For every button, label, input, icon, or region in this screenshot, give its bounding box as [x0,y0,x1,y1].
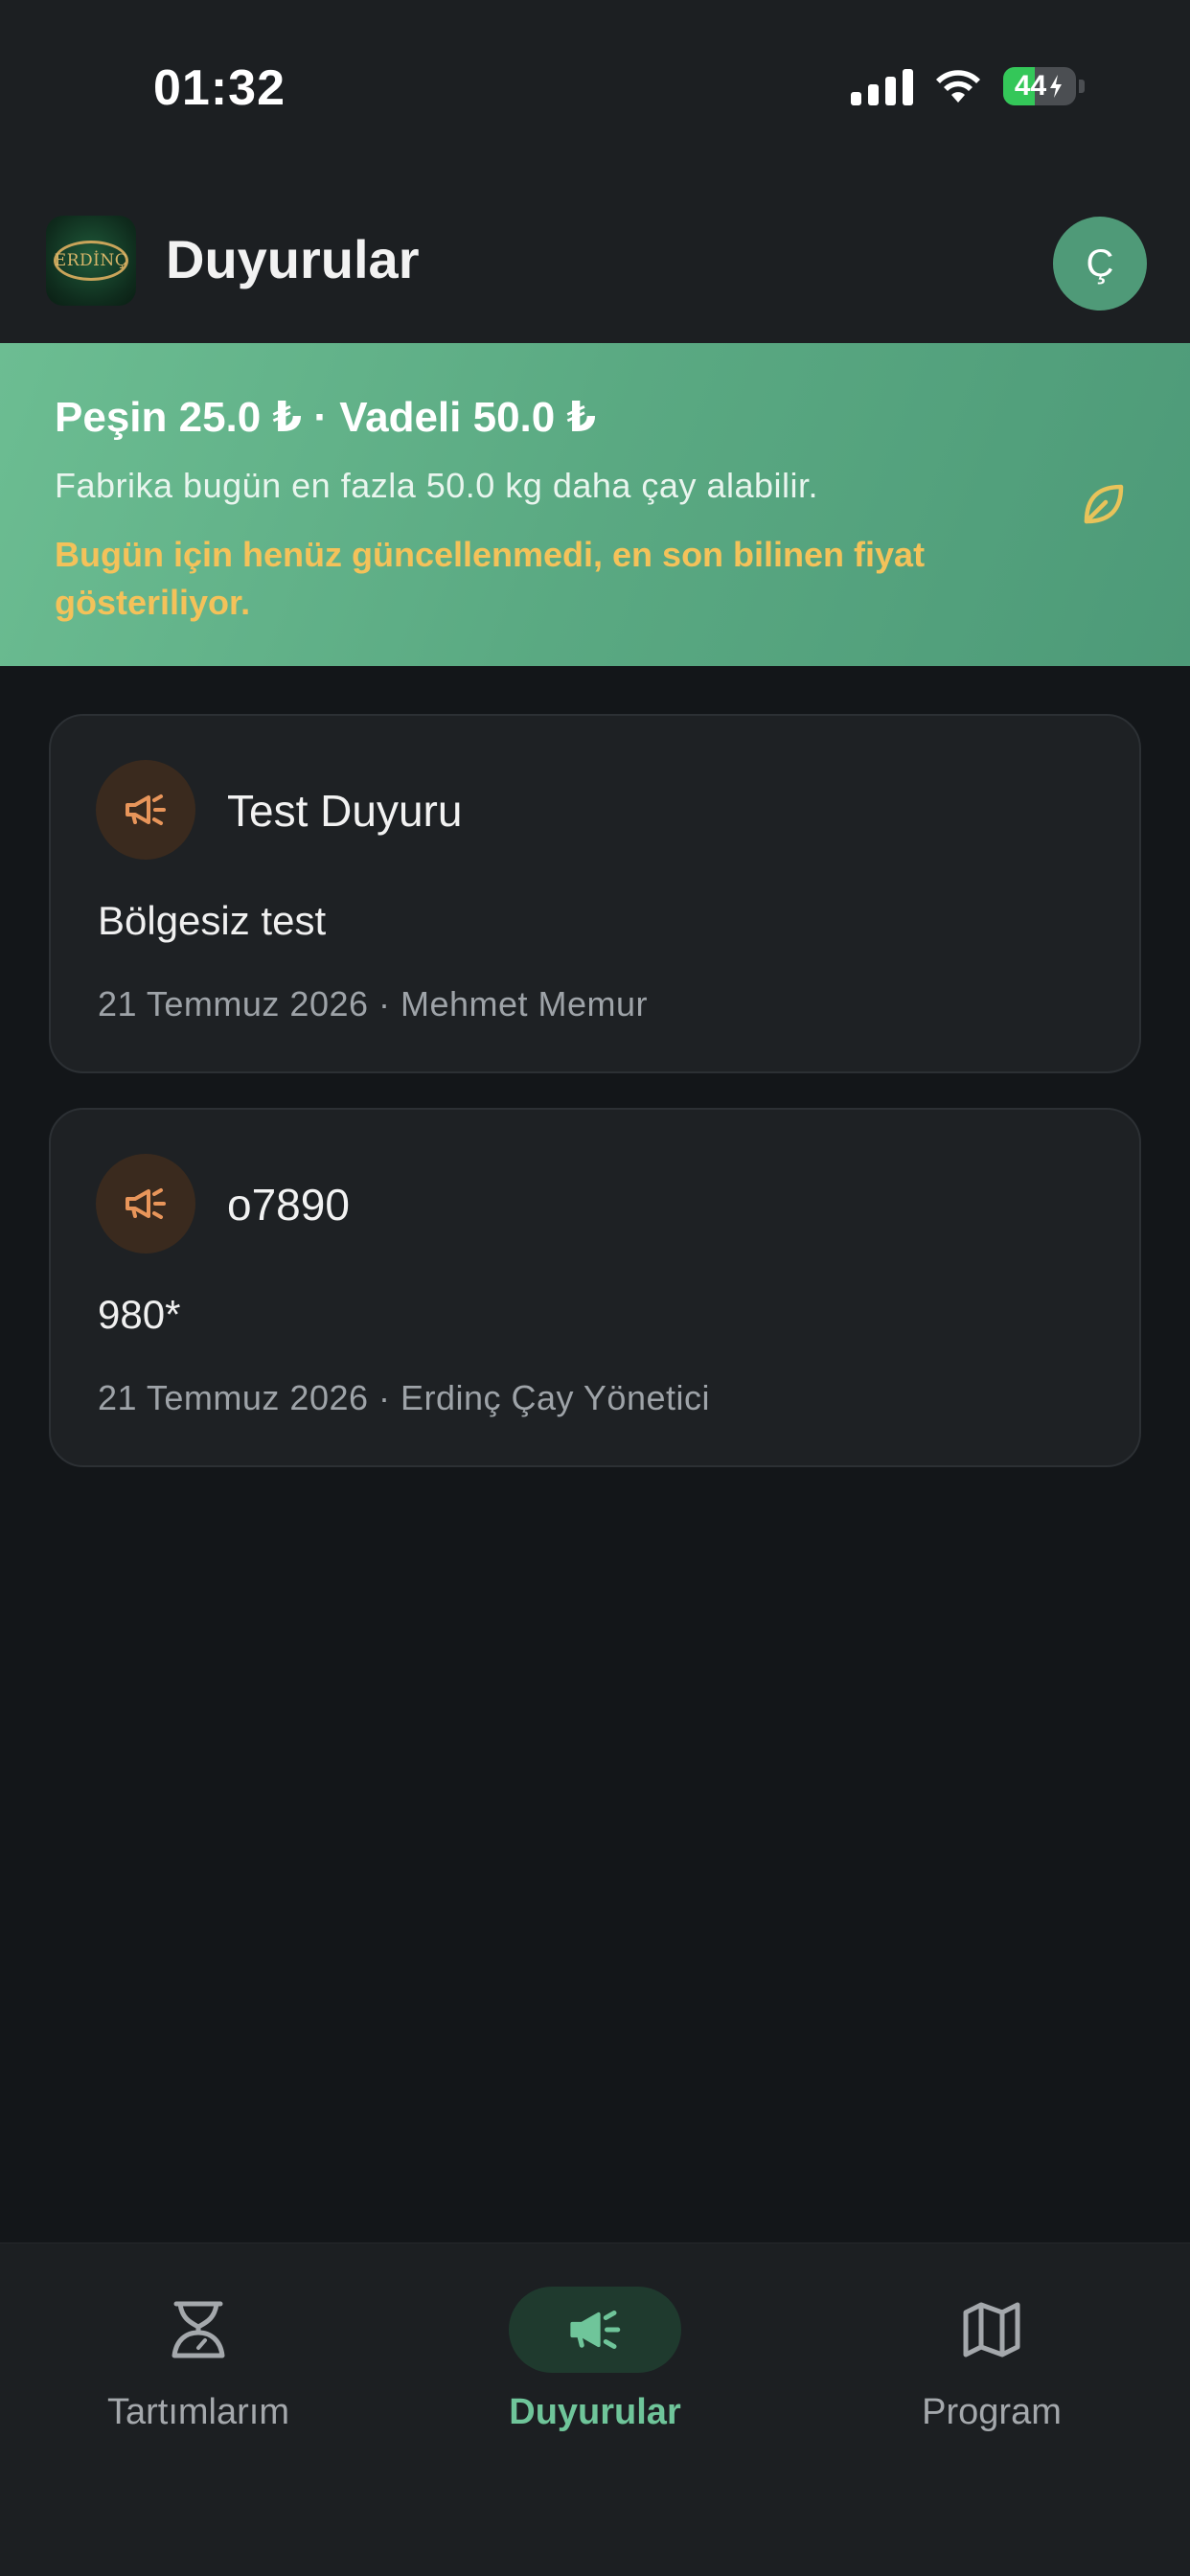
announcement-body: Bölgesiz test [98,898,327,943]
price-title: Peşin 25.0 ₺ · Vadeli 50.0 ₺ [55,394,597,441]
nav-item-duyurular[interactable]: Duyurular [451,2287,739,2450]
logo-badge: ERDİNÇ [54,241,128,281]
megaphone-icon [96,760,195,860]
app-logo: ERDİNÇ [46,216,136,306]
price-warning: Bugün için henüz güncellenmedi, en son b… [55,535,926,622]
status-icons: 44 [851,67,1085,105]
cellular-signal-icon [851,67,913,105]
battery-level: 44 [1014,70,1047,102]
app-screen: 01:32 44 ERDİNÇ Duyurular Ç Peşin 25.0 ₺… [0,0,1190,2576]
wifi-icon [936,70,980,103]
nav-label: Tartımlarım [107,2392,289,2432]
bottom-nav: Tartımlarım Duyurular Program [0,2242,1190,2576]
battery-icon: 44 [1003,67,1085,105]
megaphone-icon [96,1154,195,1254]
nav-item-tartimlarim[interactable]: Tartımlarım [55,2287,342,2450]
map-icon [963,2302,1020,2358]
leaf-icon [1084,484,1124,524]
status-time: 01:32 [153,60,286,116]
announcement-title: o7890 [227,1180,350,1230]
nav-label: Duyurular [509,2392,681,2432]
announcement-meta: 21 Temmuz 2026 · Erdinç Çay Yönetici [98,1378,710,1417]
page-title: Duyurular [166,229,420,289]
announcement-title: Test Duyuru [227,786,463,836]
nav-label: Program [922,2392,1062,2432]
announcement-meta: 21 Temmuz 2026 · Mehmet Memur [98,984,649,1024]
megaphone-icon [570,2311,621,2349]
top-bar: 01:32 44 ERDİNÇ Duyurular Ç [0,0,1190,343]
scale-icon [172,2301,225,2358]
capacity-text: Fabrika bugün en fazla 50.0 kg daha çay … [55,466,819,505]
announcement-card[interactable]: Test Duyuru Bölgesiz test 21 Temmuz 2026… [49,714,1141,1073]
price-banner: Peşin 25.0 ₺ · Vadeli 50.0 ₺ Fabrika bug… [0,343,1190,666]
user-avatar[interactable]: Ç [1053,217,1147,310]
announcement-card[interactable]: o7890 980* 21 Temmuz 2026 · Erdinç Çay Y… [49,1108,1141,1467]
app-header: ERDİNÇ Duyurular Ç [0,211,1190,316]
announcement-body: 980* [98,1292,181,1337]
nav-item-program[interactable]: Program [848,2287,1135,2450]
